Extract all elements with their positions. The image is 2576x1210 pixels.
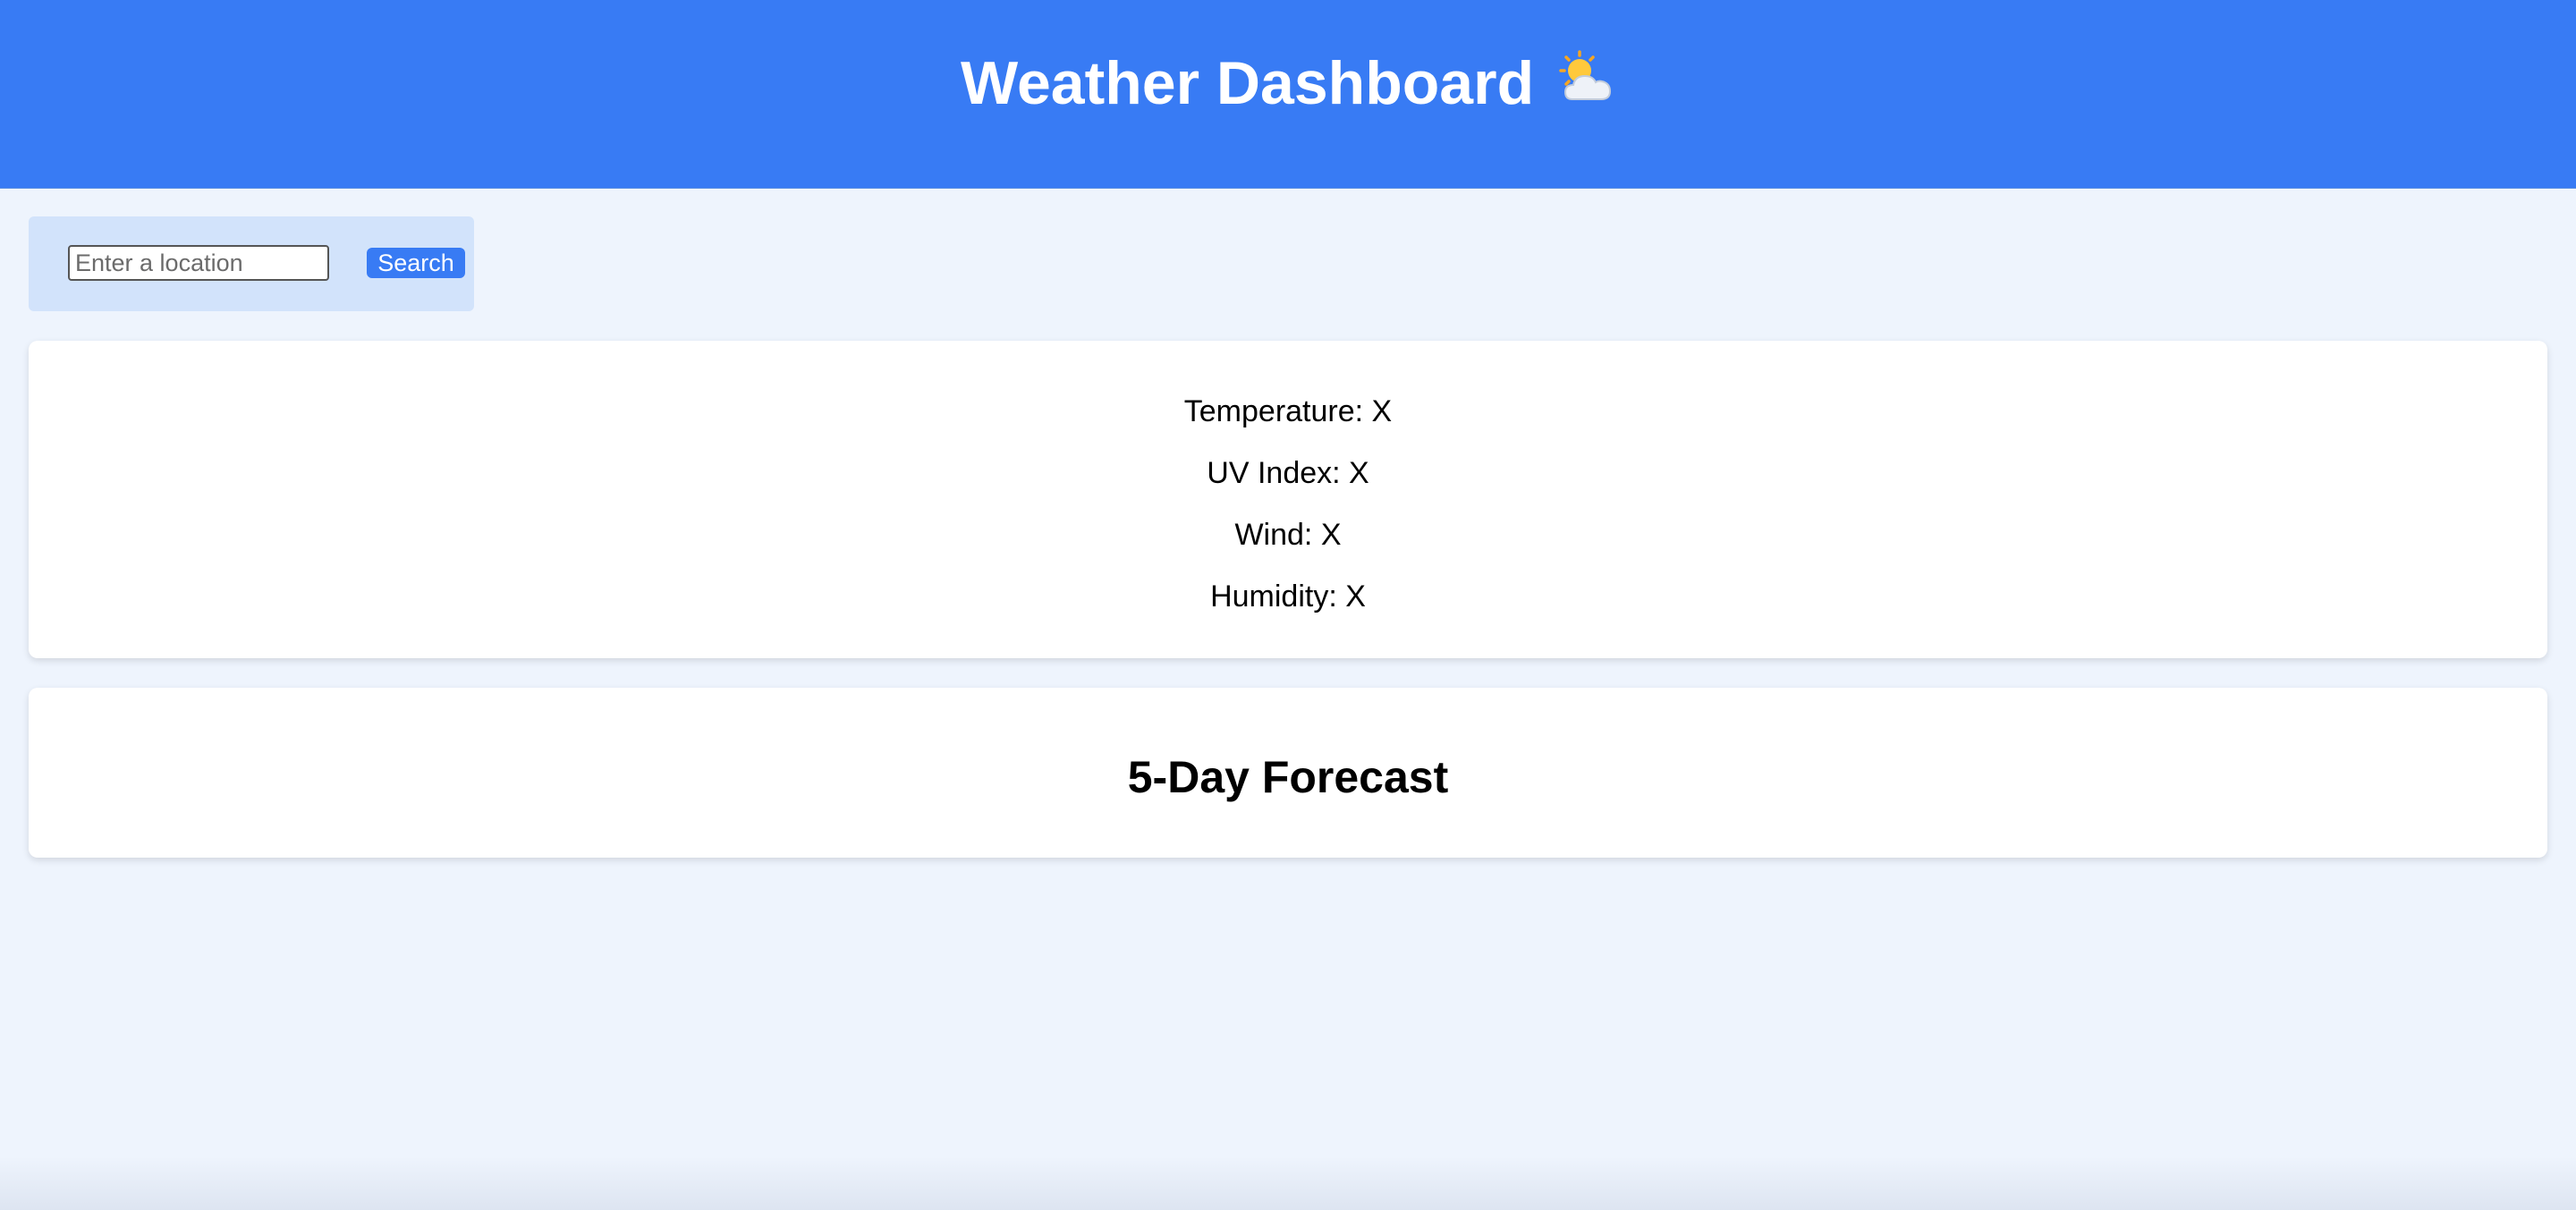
location-search-input[interactable] <box>68 245 329 281</box>
search-button[interactable]: Search <box>367 248 465 278</box>
search-panel: Search <box>29 216 474 311</box>
forecast-title: 5-Day Forecast <box>1127 752 1449 802</box>
wind-readout: Wind: X <box>1234 518 1342 552</box>
page-title: Weather Dashboard <box>0 45 2576 126</box>
sun-behind-cloud-icon <box>1556 49 1615 126</box>
forecast-card: 5-Day Forecast <box>29 688 2547 858</box>
app-header: Weather Dashboard <box>0 0 2576 189</box>
humidity-readout: Humidity: X <box>1210 580 1366 613</box>
bottom-shadow <box>0 1156 2576 1210</box>
temperature-readout: Temperature: X <box>1183 394 1393 428</box>
uv-index-readout: UV Index: X <box>1207 456 1369 490</box>
current-weather-card: Temperature: X UV Index: X Wind: X Humid… <box>29 341 2547 658</box>
page-title-text: Weather Dashboard <box>960 49 1535 117</box>
